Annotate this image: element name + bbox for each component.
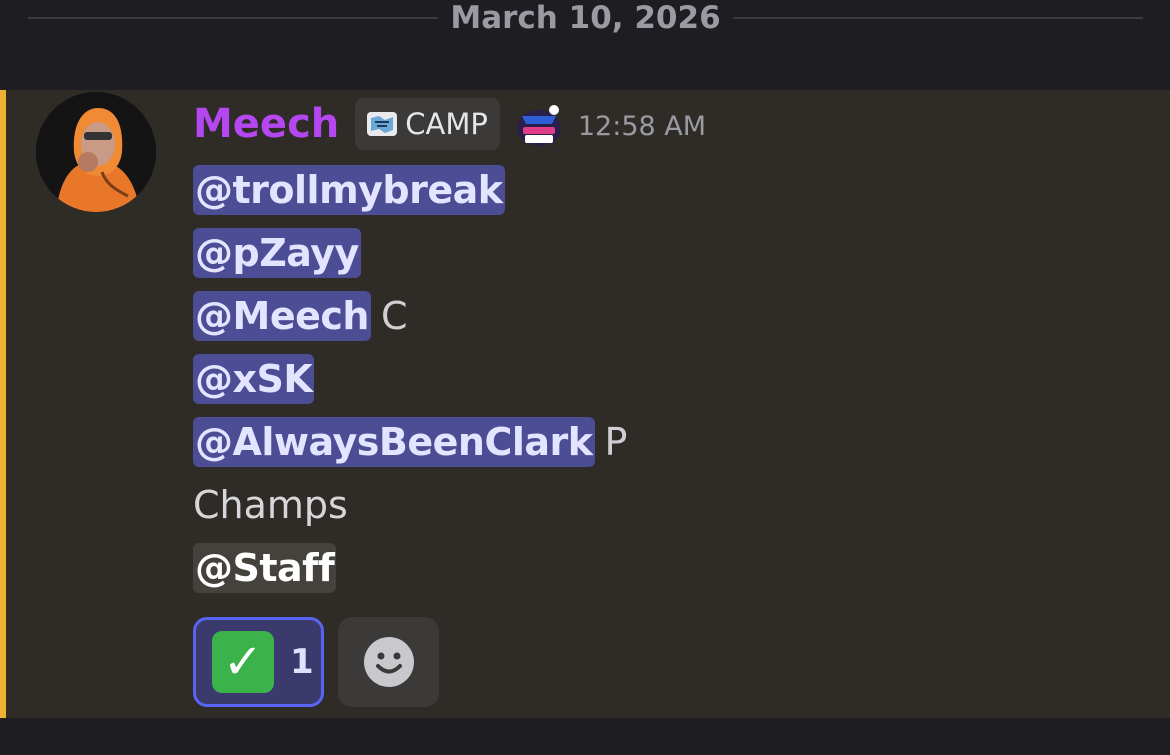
server-tag[interactable]: CAMP (355, 98, 500, 150)
camp-server-tag-icon (367, 112, 398, 136)
smiley-icon (363, 637, 414, 687)
mention-suffix: P (604, 419, 628, 464)
reaction-check[interactable]: ✓ 1 (193, 617, 324, 707)
user-mention[interactable]: @trollmybreak (193, 164, 505, 215)
text-line: Champs (193, 473, 627, 536)
date-divider: March 10, 2026 (0, 0, 1170, 36)
date-label: March 10, 2026 (450, 0, 721, 36)
reactions-bar: ✓ 1 (193, 617, 439, 707)
message-header: Meech CAMP 12:58 AM (193, 97, 706, 151)
timestamp[interactable]: 12:58 AM (578, 94, 706, 154)
mention-line: @pZayy (193, 221, 627, 284)
role-mention[interactable]: @Staff (193, 542, 337, 593)
mention-suffix: C (380, 293, 408, 338)
mention-line: @Meech C (193, 284, 627, 347)
white-check-mark-icon: ✓ (212, 631, 274, 693)
majik-elite-camp-role-icon[interactable] (514, 100, 564, 148)
author-name[interactable]: Meech (193, 97, 339, 151)
divider-line-right (733, 17, 1143, 19)
user-mention[interactable]: @Meech (193, 290, 371, 341)
divider-line-left (28, 17, 438, 19)
user-mention[interactable]: @AlwaysBeenClark (193, 416, 595, 467)
message-text: Champs (193, 482, 348, 527)
mention-line: @trollmybreak (193, 158, 627, 221)
server-tag-label: CAMP (405, 107, 488, 141)
reaction-count: 1 (290, 642, 314, 682)
message-content: @trollmybreak @pZayy @Meech C @xSK @Alwa… (193, 158, 627, 599)
mention-line: @AlwaysBeenClark P (193, 410, 627, 473)
add-reaction-button[interactable] (338, 617, 439, 707)
user-mention[interactable]: @pZayy (193, 227, 361, 278)
mention-line: @xSK (193, 347, 627, 410)
user-mention[interactable]: @xSK (193, 353, 315, 404)
role-mention-line: @Staff (193, 536, 627, 599)
avatar[interactable] (36, 92, 156, 212)
